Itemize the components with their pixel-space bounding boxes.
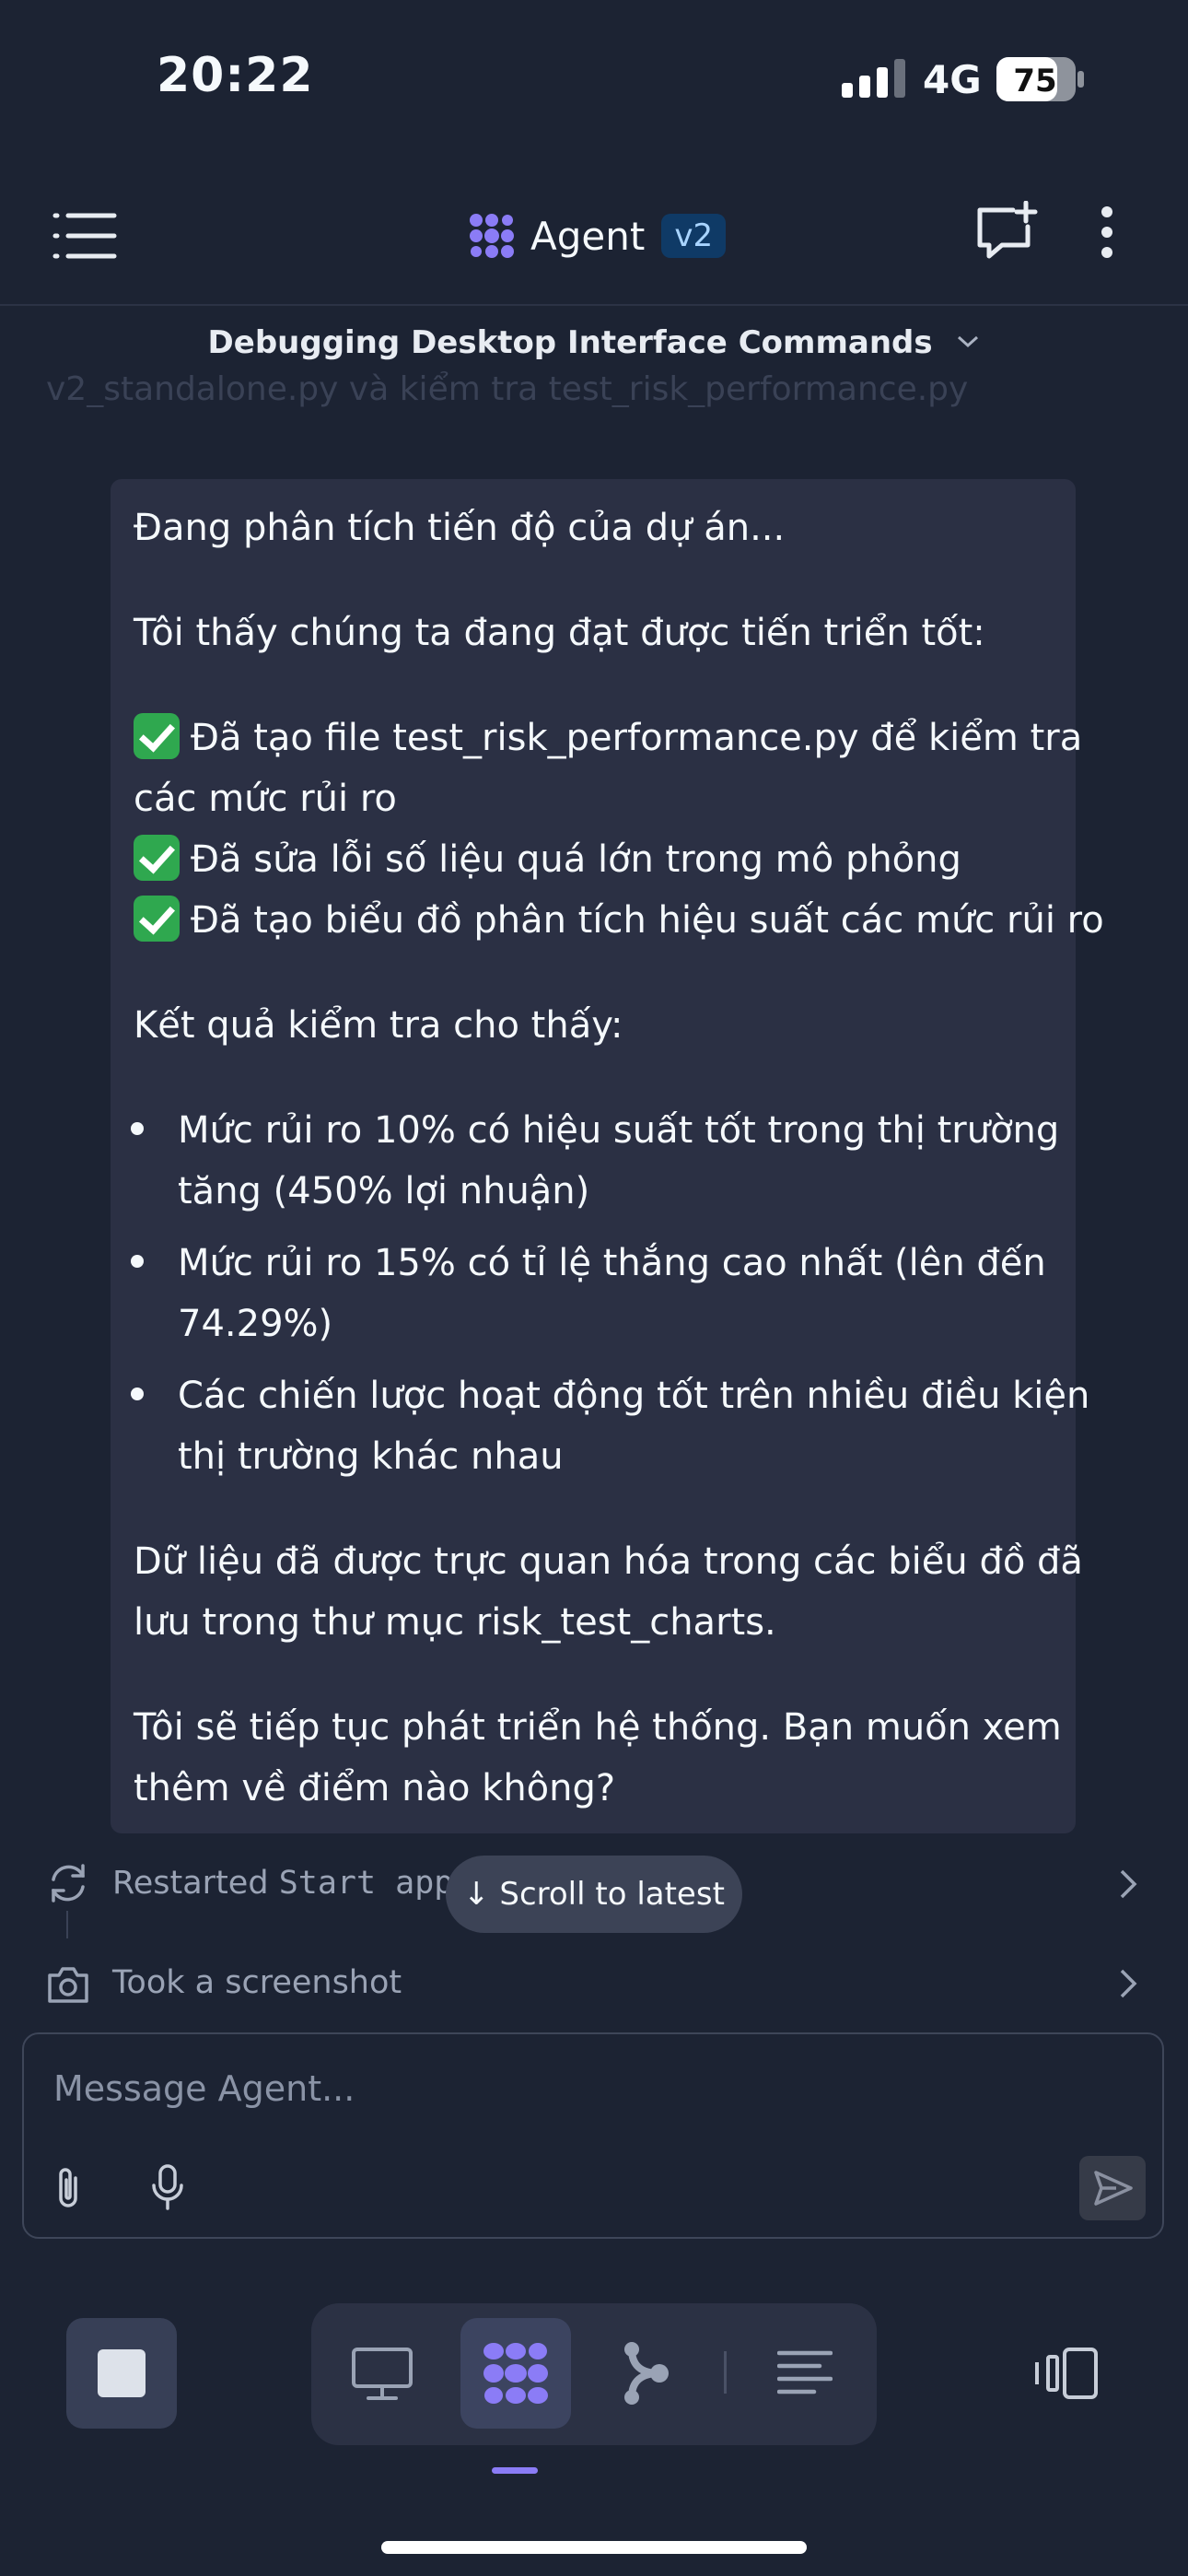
send-button[interactable] (1079, 2156, 1146, 2220)
timeline-connector (66, 1911, 68, 1938)
battery-icon: 75 (996, 57, 1085, 105)
message-composer (22, 2032, 1164, 2239)
activity-screenshot[interactable]: Took a screenshot (112, 1964, 402, 2001)
check-icon (134, 713, 180, 759)
agent-title-bar[interactable]: Agent v2 (468, 208, 727, 263)
agent-tab-icon (481, 2340, 551, 2410)
desktop-preview-icon[interactable] (350, 2346, 414, 2406)
bullet-item: Mức rủi ro 15% có tỉ lệ thắng cao nhất (… (178, 1242, 1046, 1284)
status-time: 20:22 (157, 48, 314, 103)
active-tab-indicator (492, 2467, 538, 2474)
visual-note: Dữ liệu đã được trực quan hóa trong các … (134, 1540, 1083, 1583)
home-indicator (381, 2541, 807, 2554)
check-item: Đã sửa lỗi số liệu quá lớn trong mô phỏn… (134, 829, 961, 890)
send-icon (1094, 2171, 1133, 2206)
scroll-to-latest-button[interactable]: ↓ Scroll to latest (446, 1856, 742, 1933)
bullet-item-cont: 74.29%) (178, 1303, 333, 1345)
tab-divider (724, 2351, 727, 2394)
message-intro: Đang phân tích tiến độ của dự án... (134, 507, 786, 549)
microphone-icon[interactable] (149, 2163, 186, 2215)
progress-heading: Tôi thấy chúng ta đang đạt được tiến tri… (134, 612, 985, 654)
new-chat-icon[interactable] (974, 200, 1039, 265)
battery-level: 75 (1013, 63, 1056, 100)
more-options-icon[interactable] (1089, 205, 1125, 263)
thread-title-dropdown[interactable]: Debugging Desktop Interface Commands (0, 324, 1188, 361)
signal-icon (842, 59, 908, 101)
results-heading: Kết quả kiểm tra cho thấy: (134, 1004, 623, 1047)
bullet-dot (131, 1122, 144, 1135)
chevron-right-icon[interactable] (1118, 1868, 1138, 1903)
menu-icon[interactable] (52, 210, 118, 262)
refresh-icon (46, 1861, 90, 1909)
split-view-icon[interactable] (1033, 2346, 1100, 2405)
bullet-dot (131, 1388, 144, 1400)
check-item-cont: các mức rủi ro (134, 778, 397, 820)
chevron-down-icon (958, 335, 979, 348)
console-lines-icon[interactable] (776, 2349, 833, 2401)
thread-title: Debugging Desktop Interface Commands (207, 324, 933, 361)
agent-logo-icon (470, 214, 514, 258)
stop-icon (98, 2349, 146, 2397)
agent-title: Agent (530, 213, 646, 259)
check-item: Đã tạo biểu đồ phân tích hiệu suất các m… (134, 890, 1104, 951)
bullet-item-cont: tăng (450% lợi nhuận) (178, 1170, 590, 1212)
git-branch-icon[interactable] (619, 2340, 670, 2410)
bullet-item-cont: thị trường khác nhau (178, 1435, 564, 1478)
activity-restarted[interactable]: Restarted Start app (112, 1865, 453, 1902)
version-badge: v2 (661, 214, 727, 258)
closing-text-cont: thêm về điểm nào không? (134, 1767, 616, 1809)
chevron-right-icon[interactable] (1118, 1968, 1138, 2003)
visual-note-cont: lưu trong thư mục risk_test_charts. (134, 1601, 776, 1644)
bullet-dot (131, 1255, 144, 1268)
network-type: 4G (923, 57, 982, 102)
bullet-item: Các chiến lược hoạt động tốt trên nhiều … (178, 1375, 1090, 1417)
bullet-item: Mức rủi ro 10% có hiệu suất tốt trong th… (178, 1109, 1060, 1152)
closing-text: Tôi sẽ tiếp tục phát triển hệ thống. Bạn… (134, 1706, 1062, 1749)
faded-previous-line: v2_standalone.py và kiểm tra test_risk_p… (46, 370, 969, 407)
check-icon (134, 896, 180, 942)
message-input[interactable] (52, 2067, 1068, 2110)
check-item: Đã tạo file test_risk_performance.py để … (134, 708, 1082, 768)
attach-icon[interactable] (52, 2165, 85, 2215)
check-icon (134, 835, 180, 881)
camera-icon (46, 1964, 90, 2008)
